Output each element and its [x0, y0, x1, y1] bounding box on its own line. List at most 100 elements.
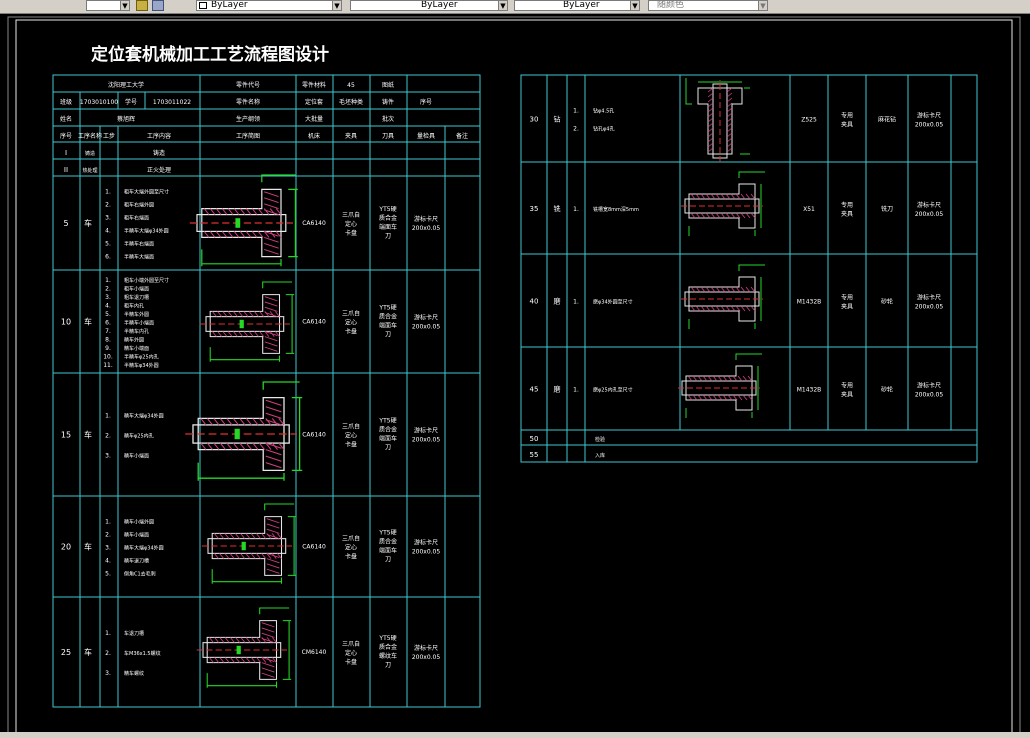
step-number: 8.: [105, 337, 111, 344]
section-hatch: [264, 296, 278, 302]
section-hatch: [265, 399, 282, 406]
section-hatch: [255, 553, 261, 559]
column-header: 工步: [103, 132, 115, 140]
section-hatch: [208, 657, 214, 663]
fixture-text: 夹具: [841, 391, 853, 399]
chevron-down-icon[interactable]: ▼: [498, 1, 507, 10]
section-hatch: [715, 193, 721, 200]
section-hatch: [745, 212, 751, 219]
section-hatch: [215, 208, 222, 215]
step-text: 粗车内孔: [124, 303, 144, 310]
section-hatch: [735, 286, 741, 293]
section-hatch: [722, 394, 728, 401]
step-number: 1.: [573, 206, 579, 213]
step-number: 3.: [105, 545, 111, 552]
section-hatch: [235, 657, 241, 663]
gauge-text: 游标卡尺: [414, 539, 438, 547]
layer-manager-icon[interactable]: [136, 0, 148, 11]
op-content: 铸造: [153, 149, 165, 157]
step-number: 6.: [105, 320, 111, 327]
section-hatch: [221, 231, 228, 238]
step-text: 粗车右端外圆: [124, 202, 154, 209]
section-hatch: [264, 346, 278, 352]
op-number: 50: [530, 435, 539, 443]
drawing-sheet: 定位套机械加工工艺流程图设计 沈阳理工大学 零件代号 零件材料 45 图纸班级 17030…: [7, 16, 1021, 738]
header-text: 批次: [382, 115, 394, 123]
gauge-text: 游标卡尺: [414, 314, 438, 322]
chevron-down-icon[interactable]: ▼: [630, 1, 639, 10]
machine-name: M1432B: [797, 299, 822, 306]
tool-text: 质合金: [379, 538, 397, 546]
section-hatch: [232, 331, 238, 337]
fixture-text: 定心: [345, 319, 357, 327]
step-text: 半精车小端面: [124, 320, 154, 327]
gauge-text: 游标卡尺: [917, 201, 941, 209]
step-number: 2.: [105, 286, 111, 293]
gauge-text: 200x0.05: [412, 225, 441, 232]
section-hatch: [224, 637, 230, 643]
section-hatch: [266, 568, 280, 574]
gauge-text: 200x0.05: [915, 304, 944, 311]
step-text: 钻φ4.5孔: [593, 108, 614, 115]
section-hatch: [275, 231, 282, 238]
step-number: 1.: [105, 189, 111, 196]
section-hatch: [278, 442, 285, 450]
header-text: 图纸: [382, 81, 394, 89]
section-hatch: [265, 406, 282, 413]
layer-dropdown[interactable]: ▼: [86, 0, 130, 11]
op-number: II: [64, 166, 68, 174]
section-hatch: [232, 418, 239, 426]
layer-previous-icon[interactable]: [152, 0, 164, 11]
section-hatch: [271, 657, 277, 663]
step-text: 钻孔φ4孔: [593, 126, 614, 133]
color-dropdown[interactable]: ByLayer ▼: [196, 0, 342, 11]
section-hatch: [250, 533, 256, 539]
sketch-op5: [189, 174, 298, 267]
header-text: 45: [347, 82, 355, 89]
section-hatch: [261, 627, 275, 633]
section-hatch: [264, 306, 278, 312]
section-hatch: [735, 305, 741, 312]
tool-text: YT5硬: [378, 418, 396, 425]
step-number: 1.: [573, 108, 579, 115]
plotstyle-dropdown[interactable]: 随颜色 ▼: [648, 0, 768, 11]
section-hatch: [690, 212, 696, 219]
gauge-text: 游标卡尺: [414, 215, 438, 223]
section-hatch: [740, 212, 746, 219]
section-hatch: [707, 107, 714, 113]
section-hatch: [245, 553, 251, 559]
section-hatch: [750, 286, 756, 293]
chevron-down-icon[interactable]: ▼: [120, 1, 129, 10]
tool-text: 麻花钻: [878, 116, 896, 124]
op-number: 5: [63, 219, 68, 228]
section-hatch: [740, 193, 746, 200]
tool-text: 砂轮: [881, 298, 893, 306]
drawing-canvas[interactable]: 定位套机械加工工艺流程图设计 沈阳理工大学 零件代号 零件材料 45 图纸 班级 17030…: [0, 14, 1030, 738]
step-number: 6.: [105, 254, 111, 261]
section-hatch: [725, 286, 731, 293]
gauge-text: 游标卡尺: [917, 382, 941, 390]
step-number: 1.: [573, 387, 579, 394]
chevron-down-icon[interactable]: ▼: [332, 1, 341, 10]
machine-name: CM6140: [302, 649, 327, 656]
fixture-text: 卡盘: [345, 658, 357, 666]
lineweight-value: ByLayer: [563, 0, 600, 10]
fixture-text: 专用: [841, 294, 853, 302]
section-hatch: [700, 193, 706, 200]
sketch-op10: [199, 281, 295, 362]
op-number: I: [65, 149, 67, 157]
linetype-dropdown[interactable]: ByLayer ▼: [350, 0, 508, 11]
section-hatch: [726, 127, 733, 133]
section-hatch: [200, 418, 207, 426]
chevron-down-icon[interactable]: ▼: [758, 1, 767, 10]
step-text: 磨φ25内孔至尺寸: [593, 387, 633, 394]
process-sketches: [185, 78, 765, 688]
paper-edge: [7, 16, 1021, 738]
section-hatch: [264, 191, 279, 198]
section-hatch: [250, 553, 256, 559]
tool-text: 刀: [385, 557, 391, 564]
section-hatch: [261, 672, 275, 678]
lineweight-dropdown[interactable]: ByLayer ▼: [514, 0, 640, 11]
section-hatch: [700, 286, 706, 293]
step-text: 精车小端外圆: [124, 519, 154, 526]
